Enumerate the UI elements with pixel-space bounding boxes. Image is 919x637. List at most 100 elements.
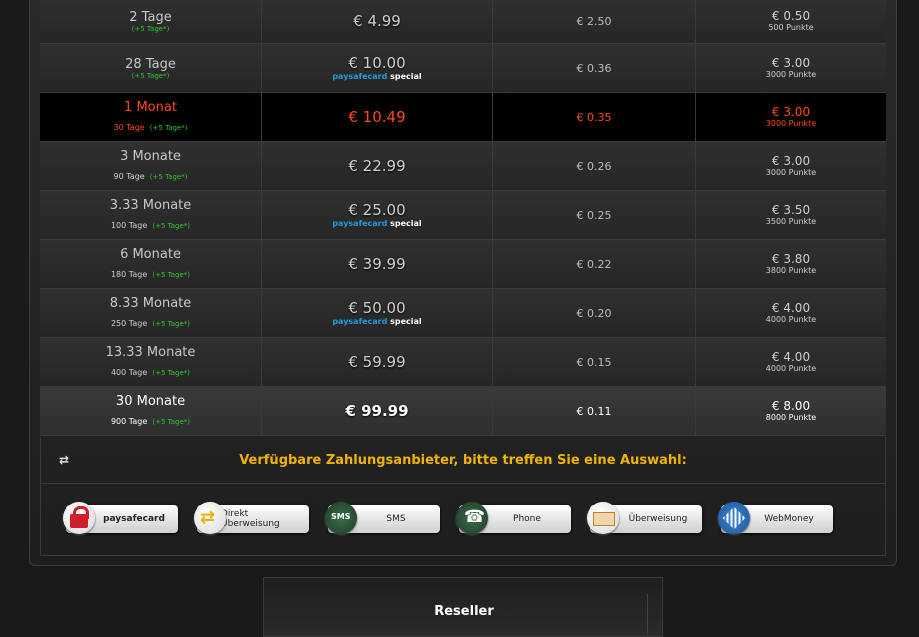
points-label: 3800 Punkte bbox=[765, 265, 817, 275]
ueberweisung-button[interactable]: Überweisung bbox=[587, 502, 702, 534]
providers-title: Verfügbare Zahlungsanbieter, bitte treff… bbox=[239, 452, 687, 468]
points-value: € 3.00 bbox=[771, 104, 811, 119]
price-label: € 59.99 bbox=[348, 352, 406, 371]
per-day-label: € 0.20 bbox=[576, 306, 612, 320]
table-row[interactable]: 6 Monate 180 Tage (+5 Tage*) € 39.99 € 0… bbox=[40, 240, 886, 289]
price-label: € 10.00 bbox=[348, 53, 406, 72]
table-row[interactable]: 2 Tage (+5 Tage*) € 4.99 € 2.50 € 0.50 5… bbox=[40, 0, 886, 44]
points-value: € 0.50 bbox=[771, 9, 811, 23]
paysafecard-button[interactable]: paysafecard bbox=[63, 502, 178, 534]
provider-label: SMS bbox=[386, 514, 406, 524]
sms-icon bbox=[325, 502, 357, 534]
duration-sub: 100 Tage (+5 Tage*) bbox=[110, 221, 191, 230]
provider-label: Direkt Überweisung bbox=[221, 509, 280, 529]
points-cell: € 8.00 8000 Punkte bbox=[696, 387, 886, 435]
points-label: 3000 Punkte bbox=[765, 69, 817, 79]
provider-label: Phone bbox=[513, 514, 541, 524]
price-label: € 50.00 bbox=[348, 298, 406, 317]
points-cell: € 3.00 3000 Punkte bbox=[696, 93, 886, 141]
per-day-cell: € 0.25 bbox=[493, 191, 696, 239]
per-day-label: € 0.15 bbox=[576, 355, 612, 369]
price-label: € 99.99 bbox=[345, 401, 409, 420]
direkt-ueberweisung-button[interactable]: Direkt Überweisung bbox=[194, 502, 309, 534]
duration-cell: 13.33 Monate 400 Tage (+5 Tage*) bbox=[40, 338, 262, 386]
per-day-label: € 0.35 bbox=[576, 110, 612, 124]
price-cell: € 59.99 bbox=[262, 338, 493, 386]
points-cell: € 3.00 3000 Punkte bbox=[696, 44, 886, 92]
duration-cell: 2 Tage (+5 Tage*) bbox=[40, 0, 262, 43]
webmoney-button[interactable]: WebMoney bbox=[718, 502, 833, 534]
price-cell: € 10.00 paysafecard special bbox=[262, 44, 493, 92]
per-day-cell: € 0.15 bbox=[493, 338, 696, 386]
duration-label: 2 Tage bbox=[129, 10, 172, 25]
price-cell: € 99.99 bbox=[262, 387, 493, 435]
duration-sub: 400 Tage (+5 Tage*) bbox=[110, 368, 191, 377]
duration-label: 1 Monat bbox=[124, 100, 177, 115]
duration-cell: 30 Monate 900 Tage (+5 Tage*) bbox=[40, 387, 262, 435]
table-row[interactable]: 3.33 Monate 100 Tage (+5 Tage*) € 25.00 … bbox=[40, 191, 886, 240]
points-value: € 4.00 bbox=[771, 349, 811, 364]
table-row-premium[interactable]: 30 Monate 900 Tage (+5 Tage*) € 99.99 € … bbox=[40, 387, 886, 436]
points-label: 4000 Punkte bbox=[765, 314, 817, 324]
per-day-cell: € 0.22 bbox=[493, 240, 696, 288]
price-label: € 22.99 bbox=[348, 156, 406, 175]
table-row-highlighted[interactable]: 1 Monat 30 Tage (+5 Tage*) € 10.49 € 0.3… bbox=[40, 93, 886, 142]
sms-button[interactable]: SMS bbox=[325, 502, 440, 534]
per-day-cell: € 0.35 bbox=[493, 93, 696, 141]
table-row[interactable]: 13.33 Monate 400 Tage (+5 Tage*) € 59.99… bbox=[40, 338, 886, 387]
paysafecard-special-badge: paysafecard special bbox=[332, 316, 422, 326]
duration-label: 3.33 Monate bbox=[109, 198, 192, 213]
provider-label: WebMoney bbox=[764, 514, 814, 524]
duration-cell: 28 Tage (+5 Tage*) bbox=[40, 44, 262, 92]
swap-arrows-icon bbox=[194, 502, 226, 534]
duration-sub: 250 Tage (+5 Tage*) bbox=[110, 319, 191, 328]
price-label: € 39.99 bbox=[348, 254, 406, 273]
duration-label: 30 Monate bbox=[115, 394, 186, 409]
table-row[interactable]: 8.33 Monate 250 Tage (+5 Tage*) € 50.00 … bbox=[40, 289, 886, 338]
points-label: 3000 Punkte bbox=[765, 167, 817, 177]
phone-button[interactable]: Phone bbox=[456, 502, 571, 534]
per-day-label: € 0.22 bbox=[576, 257, 612, 271]
price-cell: € 25.00 paysafecard special bbox=[262, 191, 493, 239]
table-row[interactable]: 3 Monate 90 Tage (+5 Tage*) € 22.99 € 0.… bbox=[40, 142, 886, 191]
points-cell: € 4.00 4000 Punkte bbox=[696, 289, 886, 337]
swap-arrows-icon[interactable]: ⇄ bbox=[59, 453, 69, 467]
paysafecard-special-badge: paysafecard special bbox=[332, 71, 422, 81]
pricing-table: 2 Tage (+5 Tage*) € 4.99 € 2.50 € 0.50 5… bbox=[40, 0, 886, 436]
price-label: € 4.99 bbox=[353, 12, 401, 30]
points-label: 8000 Punkte bbox=[765, 412, 817, 422]
per-day-label: € 0.25 bbox=[576, 208, 612, 222]
price-label: € 10.49 bbox=[348, 107, 406, 126]
points-label: 3000 Punkte bbox=[765, 118, 817, 128]
duration-label: 28 Tage bbox=[125, 56, 176, 72]
table-row[interactable]: 28 Tage (+5 Tage*) € 10.00 paysafecard s… bbox=[40, 44, 886, 93]
per-day-cell: € 0.20 bbox=[493, 289, 696, 337]
duration-cell: 1 Monat 30 Tage (+5 Tage*) bbox=[40, 93, 262, 141]
per-day-label: € 0.36 bbox=[576, 61, 612, 75]
points-cell: € 3.00 3000 Punkte bbox=[696, 142, 886, 190]
duration-sub: 900 Tage (+5 Tage*) bbox=[110, 417, 191, 426]
duration-label: 8.33 Monate bbox=[109, 296, 192, 311]
providers-list: paysafecard Direkt Überweisung SMS Phone… bbox=[40, 484, 886, 556]
webmoney-icon bbox=[718, 502, 750, 534]
duration-cell: 3.33 Monate 100 Tage (+5 Tage*) bbox=[40, 191, 262, 239]
per-day-cell: € 0.36 bbox=[493, 44, 696, 92]
duration-sub: 180 Tage (+5 Tage*) bbox=[110, 270, 191, 279]
points-label: 4000 Punkte bbox=[765, 363, 817, 373]
price-cell: € 10.49 bbox=[262, 93, 493, 141]
duration-cell: 8.33 Monate 250 Tage (+5 Tage*) bbox=[40, 289, 262, 337]
bonus-label: (+5 Tage*) bbox=[131, 71, 170, 80]
divider bbox=[647, 594, 648, 634]
price-cell: € 22.99 bbox=[262, 142, 493, 190]
price-cell: € 50.00 paysafecard special bbox=[262, 289, 493, 337]
providers-header: ⇄ Verfügbare Zahlungsanbieter, bitte tre… bbox=[40, 437, 886, 484]
provider-label: Überweisung bbox=[628, 514, 688, 524]
price-cell: € 39.99 bbox=[262, 240, 493, 288]
per-day-cell: € 0.11 bbox=[493, 387, 696, 435]
points-value: € 3.00 bbox=[771, 55, 811, 70]
points-cell: € 4.00 4000 Punkte bbox=[696, 338, 886, 386]
per-day-cell: € 0.26 bbox=[493, 142, 696, 190]
price-label: € 25.00 bbox=[348, 200, 406, 219]
points-value: € 3.00 bbox=[771, 153, 811, 168]
duration-sub: 30 Tage (+5 Tage*) bbox=[113, 123, 188, 132]
